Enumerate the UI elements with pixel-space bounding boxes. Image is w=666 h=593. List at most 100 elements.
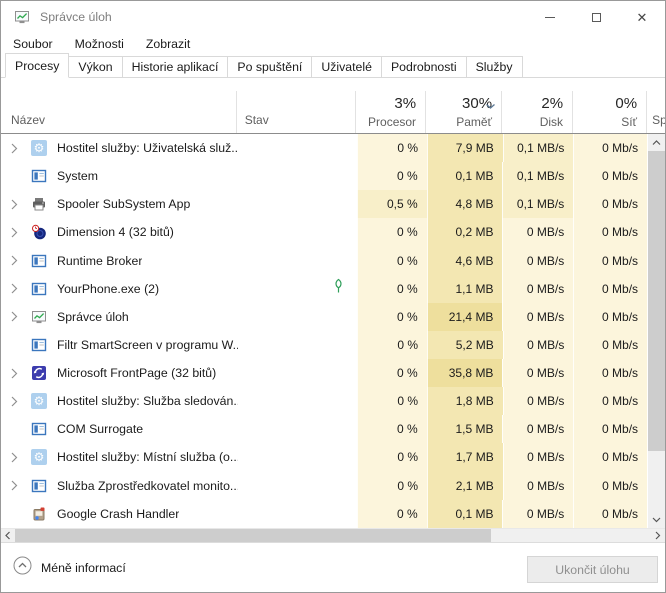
table-row[interactable]: ⚙Hostitel služby: Uživatelská služ...0 %… [1, 134, 665, 162]
process-name: System [57, 169, 98, 183]
process-name: YourPhone.exe (2) [57, 282, 159, 296]
table-row[interactable]: ⚙Hostitel služby: Služba sledován...0 %1… [1, 387, 665, 415]
menu-item-moznosti[interactable]: Možnosti [64, 33, 135, 54]
net-value-cell: 0 Mb/s [573, 162, 647, 190]
table-row[interactable]: Filtr SmartScreen v programu W...0 %5,2 … [1, 331, 665, 359]
column-header-net[interactable]: 0%Síť [573, 91, 647, 133]
mem-value-cell: 5,2 MB [427, 331, 503, 359]
cpu-value-cell: 0 % [357, 443, 427, 471]
cpu-value-cell: 0,5 % [357, 190, 427, 218]
net-value-cell: 0 Mb/s [573, 359, 647, 387]
scroll-down-icon[interactable] [648, 511, 665, 528]
disk-value-cell: 0 MB/s [502, 247, 573, 275]
status-cell [237, 162, 357, 190]
scroll-right-icon[interactable] [651, 529, 665, 542]
table-row[interactable]: Microsoft FrontPage (32 bitů)0 %35,8 MB0… [1, 359, 665, 387]
disk-value-cell: 0 MB/s [502, 415, 573, 443]
mem-column-label: Paměť [456, 114, 492, 130]
column-header-stav[interactable]: Stav [237, 91, 356, 133]
process-name-cell: Dimension 4 (32 bitů) [1, 218, 237, 246]
tab-podrobnosti[interactable]: Podrobnosti [381, 56, 467, 77]
disk-column-label: Disk [540, 114, 563, 130]
table-row[interactable]: Google Crash Handler0 %0,1 MB0 MB/s0 Mb/… [1, 500, 665, 528]
mem-value-cell: 2,1 MB [427, 472, 503, 500]
expand-chevron-icon[interactable] [1, 452, 23, 463]
expand-chevron-icon[interactable] [1, 396, 23, 407]
expand-chevron-icon[interactable] [1, 255, 23, 266]
printer-icon [31, 196, 47, 212]
process-name: Hostitel služby: Služba sledován... [57, 394, 238, 408]
column-header-cpu[interactable]: 3%Procesor [356, 91, 426, 133]
status-cell [237, 359, 357, 387]
net-value-cell: 0 Mb/s [573, 247, 647, 275]
expand-chevron-icon[interactable] [1, 480, 23, 491]
expand-chevron-icon[interactable] [1, 368, 23, 379]
service-gear-icon: ⚙ [31, 449, 47, 465]
net-value-cell: 0 Mb/s [573, 275, 647, 303]
end-task-button[interactable]: Ukončit úlohu [527, 556, 658, 583]
maximize-button[interactable] [573, 1, 619, 33]
horizontal-scrollbar-thumb[interactable] [15, 529, 491, 542]
scroll-up-icon[interactable] [648, 134, 665, 151]
window-icon [31, 281, 47, 297]
table-row[interactable]: YourPhone.exe (2)0 %1,1 MB0 MB/s0 Mb/s [1, 275, 665, 303]
process-name-cell: System [1, 162, 237, 190]
column-header-disk[interactable]: 2%Disk [502, 91, 573, 133]
process-name: Hostitel služby: Uživatelská služ... [57, 141, 238, 155]
process-name-cell: ⚙Hostitel služby: Místní služba (o... [1, 443, 238, 471]
status-cell [238, 134, 357, 162]
taskmanager-app-icon [14, 9, 30, 25]
process-name: Filtr SmartScreen v programu W... [57, 338, 238, 352]
vertical-scrollbar[interactable] [648, 134, 665, 528]
menu-bar: SouborMožnostiZobrazit [1, 33, 665, 54]
expand-chevron-icon[interactable] [1, 199, 23, 210]
net-value-cell: 0 Mb/s [573, 218, 647, 246]
table-row[interactable]: ⚙Hostitel služby: Místní služba (o... 0 %… [1, 443, 665, 471]
disk-value-cell: 0,1 MB/s [502, 190, 573, 218]
scroll-left-icon[interactable] [1, 529, 15, 542]
table-row[interactable]: Správce úloh0 %21,4 MB0 MB/s0 Mb/s [1, 303, 665, 331]
mem-value-cell: 1,8 MB [427, 387, 503, 415]
column-header-nazev[interactable]: Název [1, 91, 237, 133]
status-cell [238, 331, 357, 359]
expand-chevron-icon[interactable] [1, 143, 23, 154]
table-row[interactable]: Dimension 4 (32 bitů)0 %0,2 MB0 MB/s0 Mb… [1, 218, 665, 246]
close-button[interactable]: ✕ [619, 1, 665, 33]
process-name-cell: ⚙Hostitel služby: Uživatelská služ... [1, 134, 238, 162]
table-row[interactable]: System0 %0,1 MB0,1 MB/s0 Mb/s [1, 162, 665, 190]
column-header-row: Název Stav 3%Procesor30%Paměť2%Disk0%Síť… [1, 91, 665, 134]
fewer-details-toggle[interactable]: Méně informací [13, 556, 126, 580]
disk-value-cell: 0 MB/s [502, 303, 573, 331]
tab-pospusteni[interactable]: Po spuštění [227, 56, 312, 77]
menu-item-soubor[interactable]: Soubor [2, 33, 64, 54]
process-name: Spooler SubSystem App [57, 197, 190, 211]
tab-procesy[interactable]: Procesy [5, 53, 69, 78]
status-cell [237, 303, 357, 331]
horizontal-scrollbar[interactable] [1, 528, 665, 542]
table-row[interactable]: Runtime Broker0 %4,6 MB0 MB/s0 Mb/s [1, 247, 665, 275]
vertical-scrollbar-thumb[interactable] [648, 151, 665, 451]
menu-item-zobrazit[interactable]: Zobrazit [135, 33, 201, 54]
cpu-value-cell: 0 % [357, 500, 427, 528]
cpu-value-cell: 0 % [357, 472, 427, 500]
tab-vykon[interactable]: Výkon [68, 56, 122, 77]
mem-value-cell: 21,4 MB [427, 303, 503, 331]
process-name: Dimension 4 (32 bitů) [57, 225, 174, 239]
process-name: Správce úloh [57, 310, 129, 324]
minimize-button[interactable] [527, 1, 573, 33]
expand-chevron-icon[interactable] [1, 227, 23, 238]
cpu-value-cell: 0 % [357, 387, 427, 415]
expand-chevron-icon[interactable] [1, 311, 23, 322]
footer-bar: Méně informací Ukončit úlohu [1, 542, 665, 592]
process-name-cell: Microsoft FrontPage (32 bitů) [1, 359, 237, 387]
tab-sluzby[interactable]: Služby [466, 56, 523, 77]
status-cell [238, 443, 357, 471]
table-row[interactable]: COM Surrogate0 %1,5 MB0 MB/s0 Mb/s [1, 415, 665, 443]
close-icon: ✕ [637, 11, 648, 24]
table-row[interactable]: Služba Zprostředkovatel monito...0 %2,1 … [1, 472, 665, 500]
column-header-partial[interactable]: Sp [647, 91, 665, 133]
expand-chevron-icon[interactable] [1, 283, 23, 294]
tab-historieaplikaci[interactable]: Historie aplikací [122, 56, 229, 77]
tab-uzivatele[interactable]: Uživatelé [311, 56, 382, 77]
table-row[interactable]: Spooler SubSystem App0,5 %4,8 MB0,1 MB/s… [1, 190, 665, 218]
